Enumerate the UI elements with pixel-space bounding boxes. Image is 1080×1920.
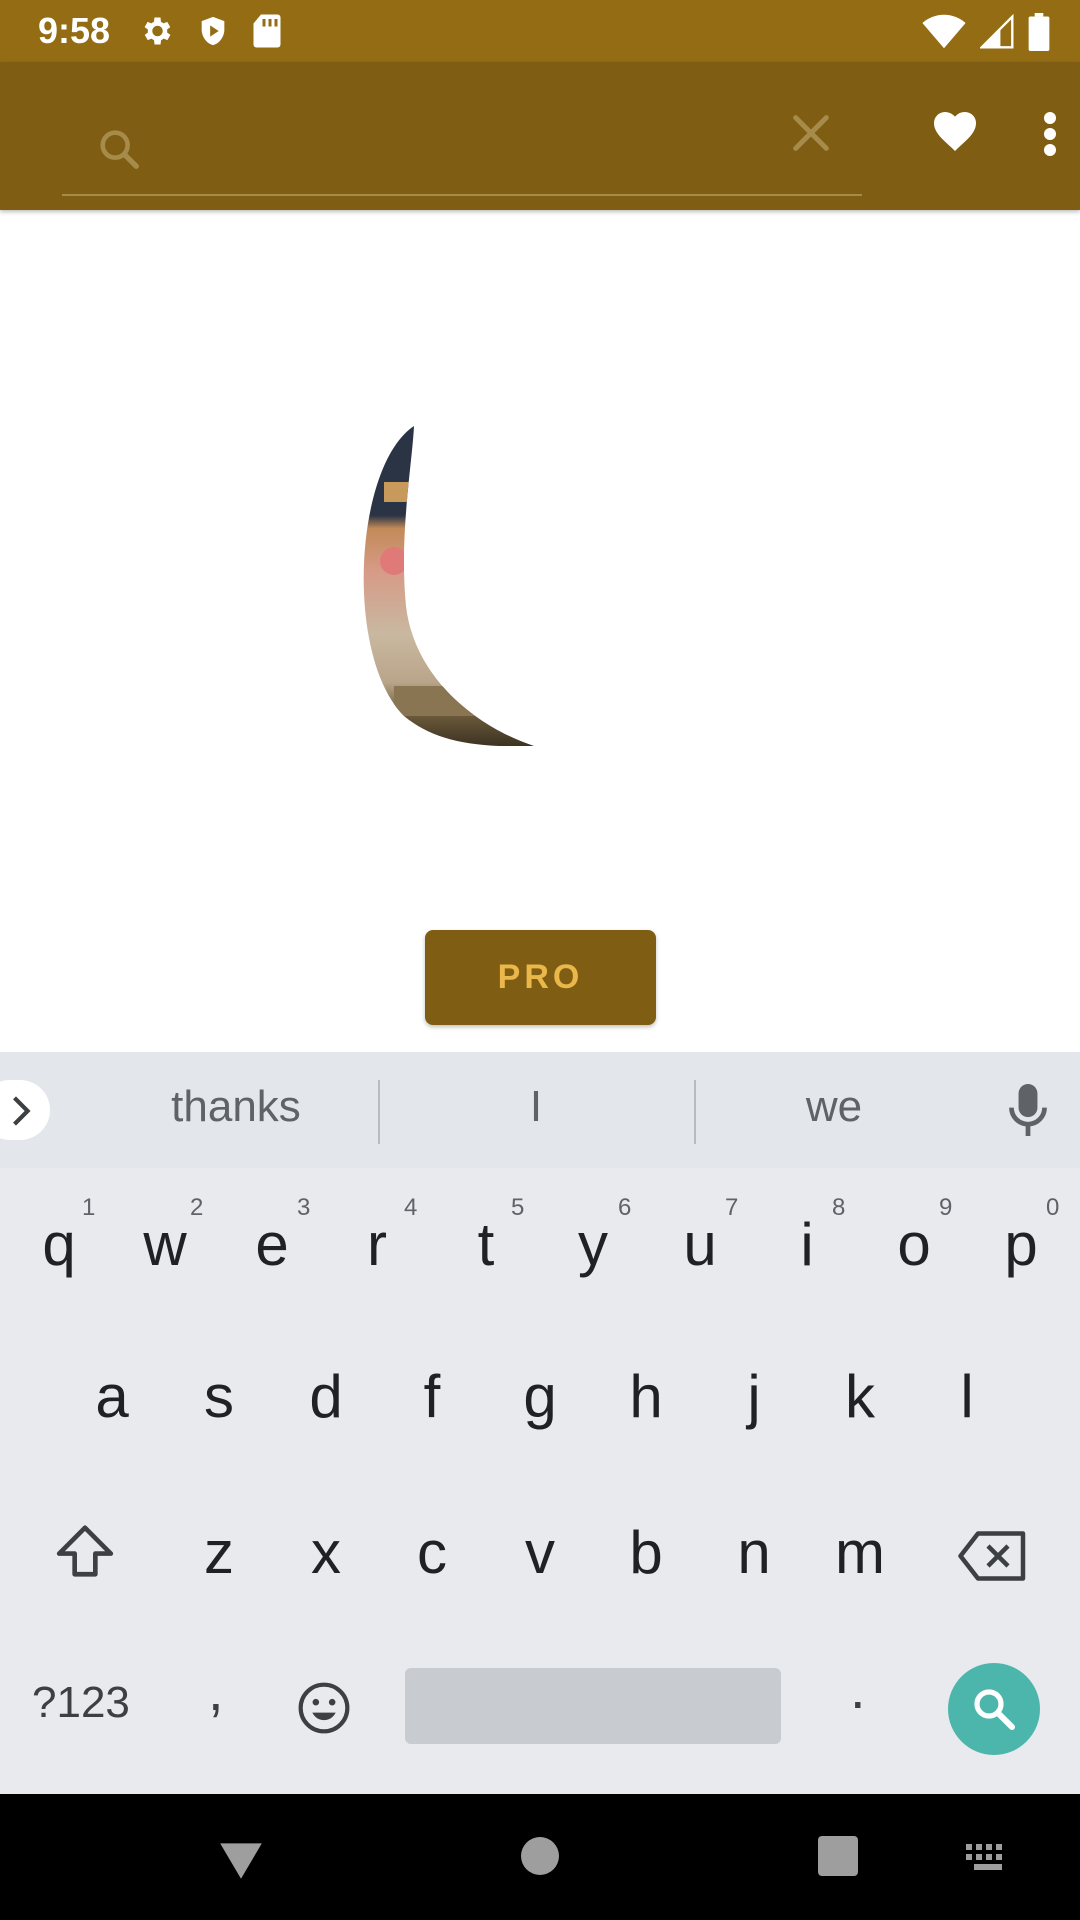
mic-icon[interactable] <box>1008 1084 1048 1141</box>
key-s[interactable]: s <box>169 1342 269 1452</box>
key-g[interactable]: g <box>490 1342 590 1452</box>
keyboard: thanks I we q 1 w 2 e 3 r 4 t 5 y 6 u 7 … <box>0 1052 1080 1794</box>
app-bar <box>0 62 1080 210</box>
search-box[interactable] <box>62 94 862 196</box>
suggestion-toggle[interactable] <box>0 1080 50 1140</box>
key-a[interactable]: a <box>62 1342 162 1452</box>
more-vert-icon[interactable] <box>1038 110 1062 163</box>
key-z[interactable]: z <box>169 1498 269 1608</box>
key-hint: 3 <box>297 1194 311 1221</box>
emoji-icon[interactable] <box>296 1680 352 1741</box>
recents-icon[interactable] <box>818 1836 858 1881</box>
pro-button[interactable]: PRO <box>425 930 656 1025</box>
space-key[interactable] <box>405 1668 781 1744</box>
key-k[interactable]: k <box>810 1342 910 1452</box>
key-l[interactable]: l <box>917 1342 1017 1452</box>
divider <box>694 1080 696 1144</box>
key-f[interactable]: f <box>382 1342 482 1452</box>
key-hint: 4 <box>404 1194 418 1221</box>
divider <box>378 1080 380 1144</box>
search-icon <box>96 126 142 177</box>
search-input[interactable] <box>158 120 722 178</box>
key-hint: 7 <box>725 1194 739 1221</box>
comma-key[interactable]: , <box>208 1658 224 1723</box>
key-c[interactable]: c <box>382 1498 482 1608</box>
key-hint: 6 <box>618 1194 632 1221</box>
key-h[interactable]: h <box>596 1342 696 1452</box>
period-key[interactable]: . <box>850 1656 866 1721</box>
battery-icon <box>1028 13 1050 56</box>
wifi-icon <box>922 14 966 55</box>
key-hint: 0 <box>1046 1194 1060 1221</box>
key-hint: 2 <box>190 1194 204 1221</box>
signal-icon <box>978 13 1014 55</box>
key-hint: 8 <box>832 1194 846 1221</box>
status-bar: 9:58 <box>0 0 1080 62</box>
symbols-key[interactable]: ?123 <box>32 1678 130 1728</box>
key-j[interactable]: j <box>704 1342 804 1452</box>
close-icon[interactable] <box>788 110 834 161</box>
key-v[interactable]: v <box>490 1498 590 1608</box>
search-action-key[interactable] <box>948 1663 1040 1755</box>
back-icon[interactable] <box>216 1838 266 1887</box>
key-hint: 9 <box>939 1194 953 1221</box>
home-icon[interactable] <box>520 1836 560 1881</box>
suggestion-2[interactable]: I <box>486 1082 586 1132</box>
keyboard-icon[interactable] <box>966 1844 1010 1877</box>
shift-icon[interactable] <box>54 1522 116 1585</box>
key-x[interactable]: x <box>276 1498 376 1608</box>
shield-icon <box>196 13 230 54</box>
key-hint: 1 <box>82 1194 96 1221</box>
key-b[interactable]: b <box>596 1498 696 1608</box>
suggestion-1[interactable]: thanks <box>146 1082 326 1132</box>
key-hint: 5 <box>511 1194 525 1221</box>
suggestion-bar: thanks I we <box>0 1052 1080 1168</box>
settings-icon <box>138 13 174 54</box>
navigation-bar <box>0 1794 1080 1920</box>
key-n[interactable]: n <box>704 1498 804 1608</box>
heart-icon[interactable] <box>930 108 980 157</box>
status-time: 9:58 <box>38 10 111 51</box>
sd-card-icon <box>252 13 282 54</box>
moon-crescent-photo <box>354 426 544 751</box>
key-m[interactable]: m <box>810 1498 910 1608</box>
key-d[interactable]: d <box>276 1342 376 1452</box>
suggestion-3[interactable]: we <box>774 1082 894 1132</box>
backspace-icon[interactable] <box>958 1530 1028 1587</box>
